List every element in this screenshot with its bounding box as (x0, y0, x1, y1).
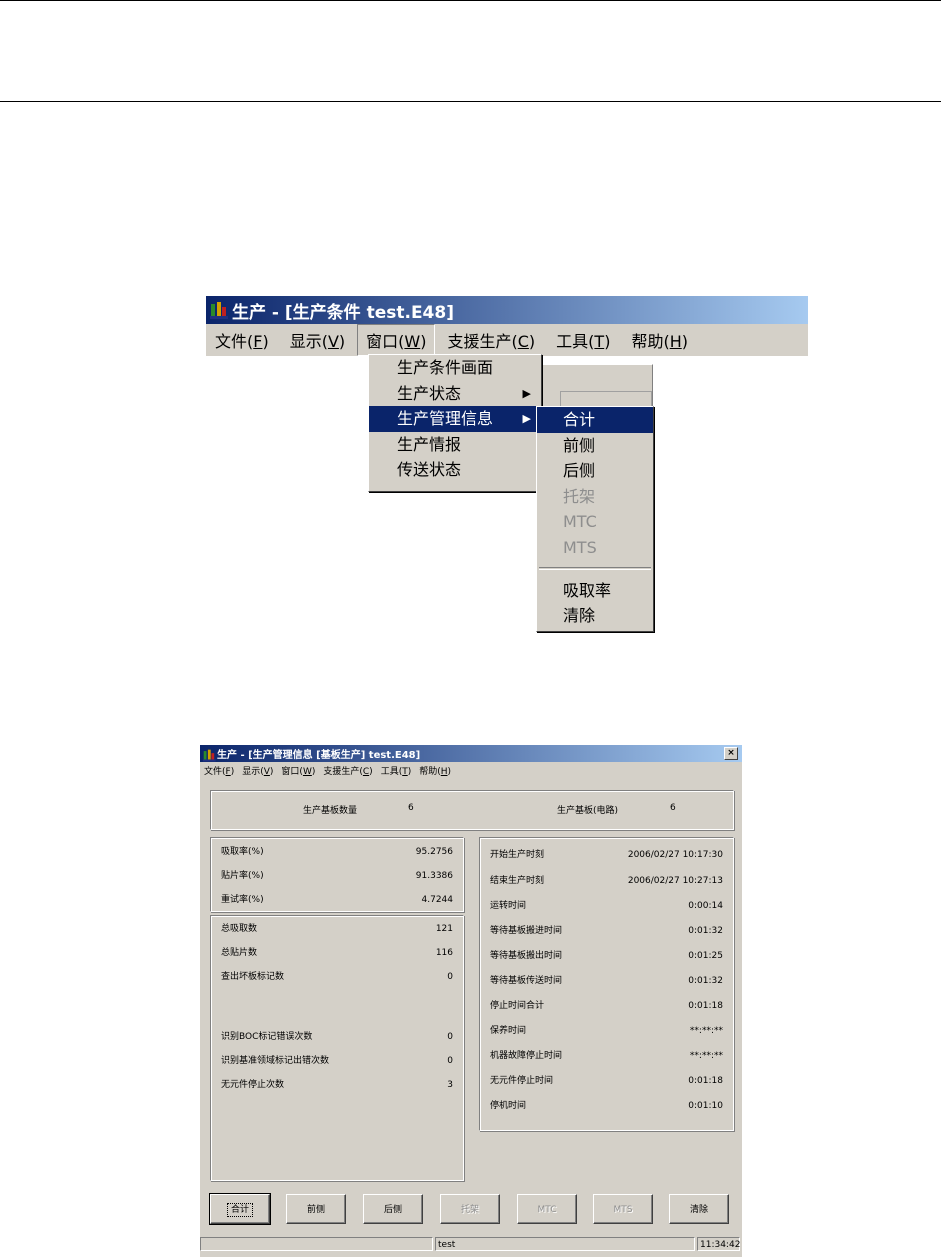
total-button[interactable]: 合计 (209, 1193, 271, 1225)
board-circuit-value: 6 (670, 803, 676, 813)
submenu-item-mts: MTS (563, 537, 597, 557)
header-rule (0, 101, 941, 102)
menu-tools[interactable]: 工具(T) (547, 324, 619, 356)
menu-file[interactable]: 文件(F) (206, 324, 278, 356)
rate-row: 贴片率(%) 91.3386 (221, 871, 453, 881)
menu-bar: 文件(F) 显示(V) 窗口(W) 支援生产(C) 工具(T) 帮助(H) (200, 763, 742, 777)
app-icon (210, 301, 228, 319)
menu-screenshot: 生产 - [生产条件 test.E48] 文件(F) 显示(V) 窗口(W) 支… (206, 296, 808, 661)
menu-item-production-management[interactable]: 生产管理信息 ▶ (369, 406, 541, 432)
count-row: 无元件停止次数 3 (221, 1080, 453, 1090)
menu-tools[interactable]: 工具(T) (377, 764, 416, 777)
mts-button: MTS (593, 1194, 653, 1224)
board-count-label: 生产基板数量 (303, 806, 358, 816)
time-row: 等待基板传送时间 0:01:32 (490, 976, 723, 986)
time-row: 停止时间合计 0:01:18 (490, 1001, 723, 1011)
time-row: 结束生产时刻 2006/02/27 10:27:13 (490, 876, 723, 886)
time-row: 等待基板搬出时间 0:01:25 (490, 951, 723, 961)
time-row: 保养时间 **:**:** (490, 1026, 723, 1036)
summary-panel: 生产基板数量 6 生产基板(电路) 6 (210, 790, 734, 830)
menu-support[interactable]: 支援生产(C) (319, 764, 376, 777)
window-title: 生产 - [生产管理信息 [基板生产] test.E48] (217, 750, 421, 761)
board-circuit-label: 生产基板(电路) (557, 806, 619, 816)
menu-item-production-status[interactable]: 生产状态 ▶ (369, 381, 541, 407)
times-panel: 开始生产时刻 2006/02/27 10:17:30 结束生产时刻 2006/02/… (479, 837, 734, 1131)
menu-window[interactable]: 窗口(W) (357, 324, 436, 356)
time-row: 运转时间 0:00:14 (490, 901, 723, 911)
menu-help[interactable]: 帮助(H) (415, 764, 455, 777)
menu-support[interactable]: 支援生产(C) (438, 324, 544, 356)
management-submenu: 合计 前侧 后侧 托架 MTC MTS 吸取率 清除 (536, 406, 654, 632)
menu-window[interactable]: 窗口(W) (277, 764, 319, 777)
tray-button: 托架 (440, 1194, 500, 1224)
window-menu-popup: 生产条件画面 生产状态 ▶ 生产管理信息 ▶ 生产情报 传送状态 (368, 354, 542, 492)
management-window: 生产 - [生产管理信息 [基板生产] test.E48] × 文件(F) 显示… (200, 745, 742, 1257)
counts-panel: 总吸取数 121 总贴片数 116 查出坏板标记数 0 识别BOC标记错误次数 0 识别… (210, 915, 464, 1181)
submenu-item-tray: 托架 (563, 486, 596, 506)
menu-item-production-info[interactable]: 生产情报 (369, 432, 541, 458)
rate-row: 重试率(%) 4.7244 (221, 895, 453, 905)
submenu-item-pickup-rate[interactable]: 吸取率 (537, 578, 653, 604)
menu-file[interactable]: 文件(F) (200, 764, 238, 777)
time-row: 无元件停止时间 0:01:18 (490, 1076, 723, 1086)
menu-view[interactable]: 显示(V) (281, 324, 354, 356)
rear-button[interactable]: 后侧 (363, 1194, 423, 1224)
status-clock: 11:34:42 (697, 1237, 740, 1251)
board-count-value: 6 (408, 803, 414, 813)
top-rule (0, 0, 941, 1)
submenu-item-clear[interactable]: 清除 (537, 603, 653, 629)
mtc-button: MTC (517, 1194, 577, 1224)
count-row: 识别BOC标记错误次数 0 (221, 1032, 453, 1042)
menu-view[interactable]: 显示(V) (238, 764, 277, 777)
status-pane-left (200, 1237, 433, 1251)
submenu-arrow-icon: ▶ (522, 412, 531, 426)
time-row: 停机时间 0:01:10 (490, 1101, 723, 1111)
time-row: 机器故障停止时间 **:**:** (490, 1051, 723, 1061)
rates-panel: 吸取率(%) 95.2756 贴片率(%) 91.3386 重试率(%) 4.7244 (210, 837, 464, 912)
submenu-item-front[interactable]: 前侧 (537, 433, 653, 459)
submenu-arrow-icon: ▶ (522, 386, 531, 400)
submenu-item-total[interactable]: 合计 (537, 407, 653, 433)
title-bar: 生产 - [生产条件 test.E48] (206, 296, 808, 324)
count-row: 识别基准领域标记出错次数 0 (221, 1056, 453, 1066)
menu-help[interactable]: 帮助(H) (622, 324, 697, 356)
count-row: 查出坏板标记数 0 (221, 972, 453, 982)
window-title: 生产 - [生产条件 test.E48] (232, 302, 454, 323)
close-icon[interactable]: × (724, 747, 738, 760)
status-pane-middle: test (435, 1237, 695, 1251)
front-button[interactable]: 前侧 (286, 1194, 346, 1224)
clear-button[interactable]: 清除 (669, 1194, 729, 1224)
submenu-item-rear[interactable]: 后侧 (537, 458, 653, 484)
submenu-item-mtc: MTC (563, 512, 597, 532)
app-icon (203, 749, 216, 762)
count-row: 总吸取数 121 (221, 924, 453, 934)
time-row: 开始生产时刻 2006/02/27 10:17:30 (490, 850, 723, 860)
menu-bar: 文件(F) 显示(V) 窗口(W) 支援生产(C) 工具(T) 帮助(H) (206, 324, 808, 356)
menu-separator (539, 566, 651, 570)
menu-item-transfer-status[interactable]: 传送状态 (369, 457, 541, 483)
menu-item-condition-screen[interactable]: 生产条件画面 (369, 355, 541, 381)
time-row: 等待基板搬进时间 0:01:32 (490, 926, 723, 936)
count-row: 总贴片数 116 (221, 948, 453, 958)
title-bar: 生产 - [生产管理信息 [基板生产] test.E48] × (200, 745, 742, 762)
rate-row: 吸取率(%) 95.2756 (221, 847, 453, 857)
